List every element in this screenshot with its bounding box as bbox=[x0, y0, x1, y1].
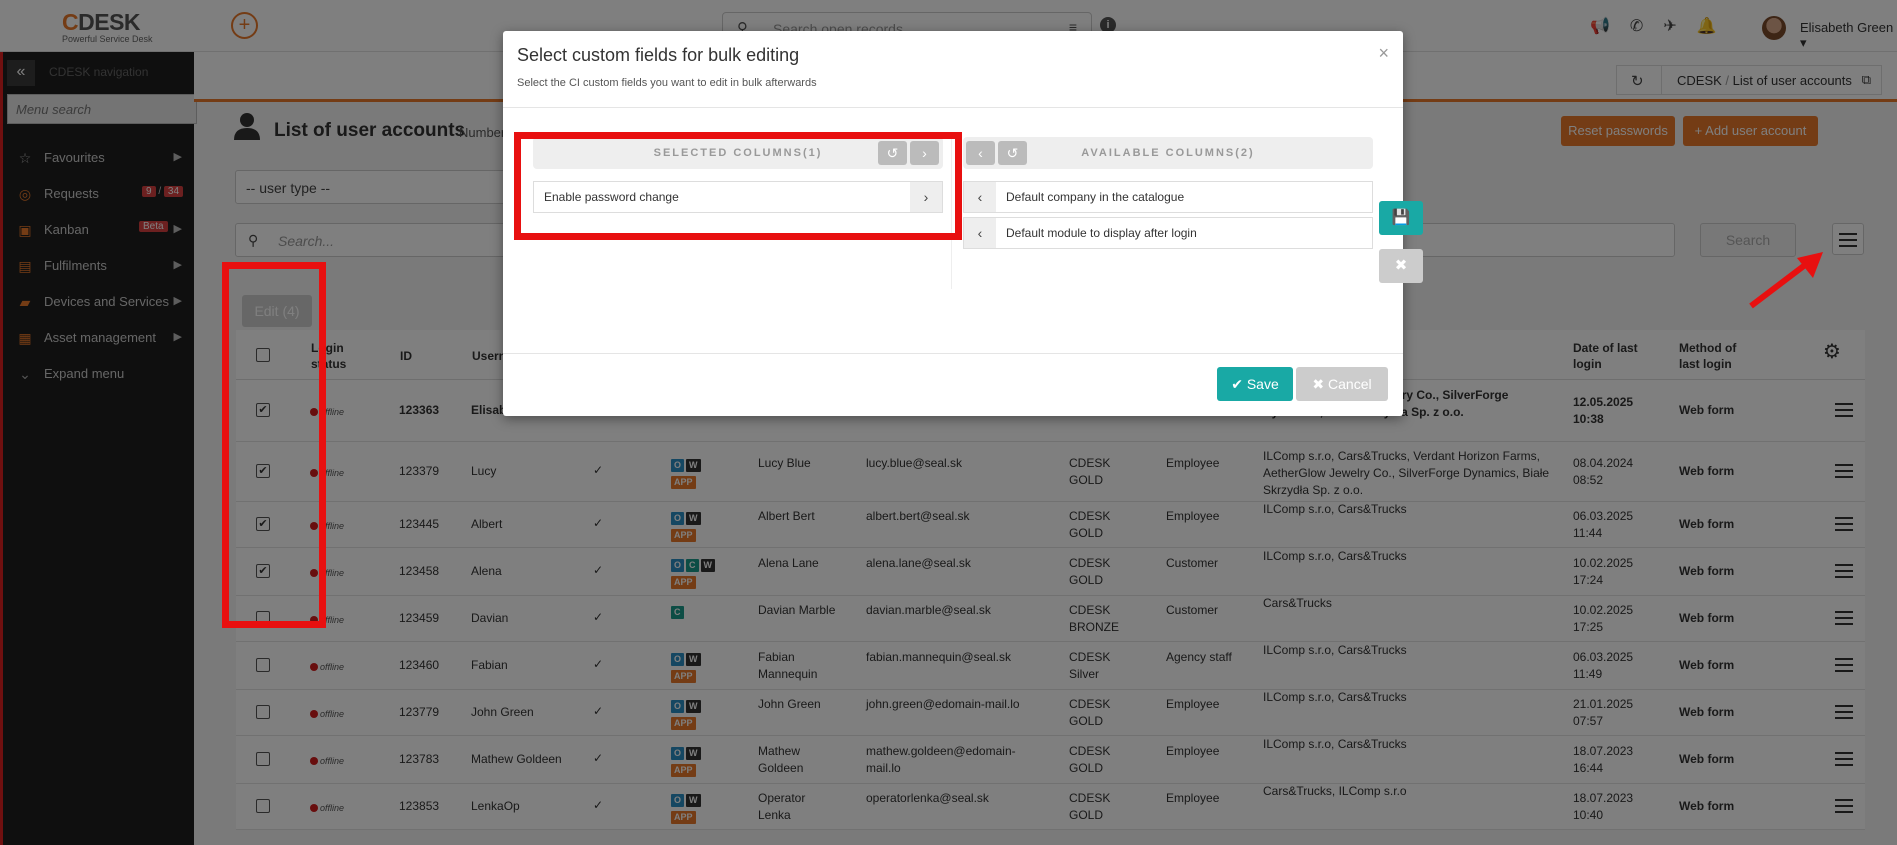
available-columns-header: AVAILABLE COLUMNS(2) ‹ ↺ bbox=[963, 137, 1373, 169]
annotation-highlight-selected-columns bbox=[514, 132, 962, 240]
close-icon[interactable]: ✖ bbox=[1379, 249, 1423, 283]
add-field-chevron-icon[interactable]: ‹ bbox=[964, 182, 996, 212]
close-icon[interactable]: × bbox=[1378, 43, 1389, 64]
reset-icon[interactable]: ↺ bbox=[998, 141, 1027, 165]
save-button[interactable]: ✔ Save bbox=[1217, 367, 1293, 401]
annotation-highlight-checkboxes bbox=[222, 262, 326, 628]
modal-title: Select custom fields for bulk editing bbox=[517, 45, 800, 65]
save-icon[interactable]: 💾 bbox=[1379, 201, 1423, 235]
add-field-chevron-icon[interactable]: ‹ bbox=[964, 218, 996, 248]
available-field-row[interactable]: ‹ Default module to display after login bbox=[963, 217, 1373, 249]
divider bbox=[503, 107, 1403, 108]
divider bbox=[503, 353, 1403, 354]
annotation-arrow-icon bbox=[1749, 252, 1823, 309]
available-field-row[interactable]: ‹ Default company in the catalogue bbox=[963, 181, 1373, 213]
modal-subtitle: Select the CI custom fields you want to … bbox=[517, 77, 817, 89]
move-all-left-button[interactable]: ‹ bbox=[966, 141, 995, 165]
cancel-button[interactable]: ✖ Cancel bbox=[1296, 367, 1388, 401]
